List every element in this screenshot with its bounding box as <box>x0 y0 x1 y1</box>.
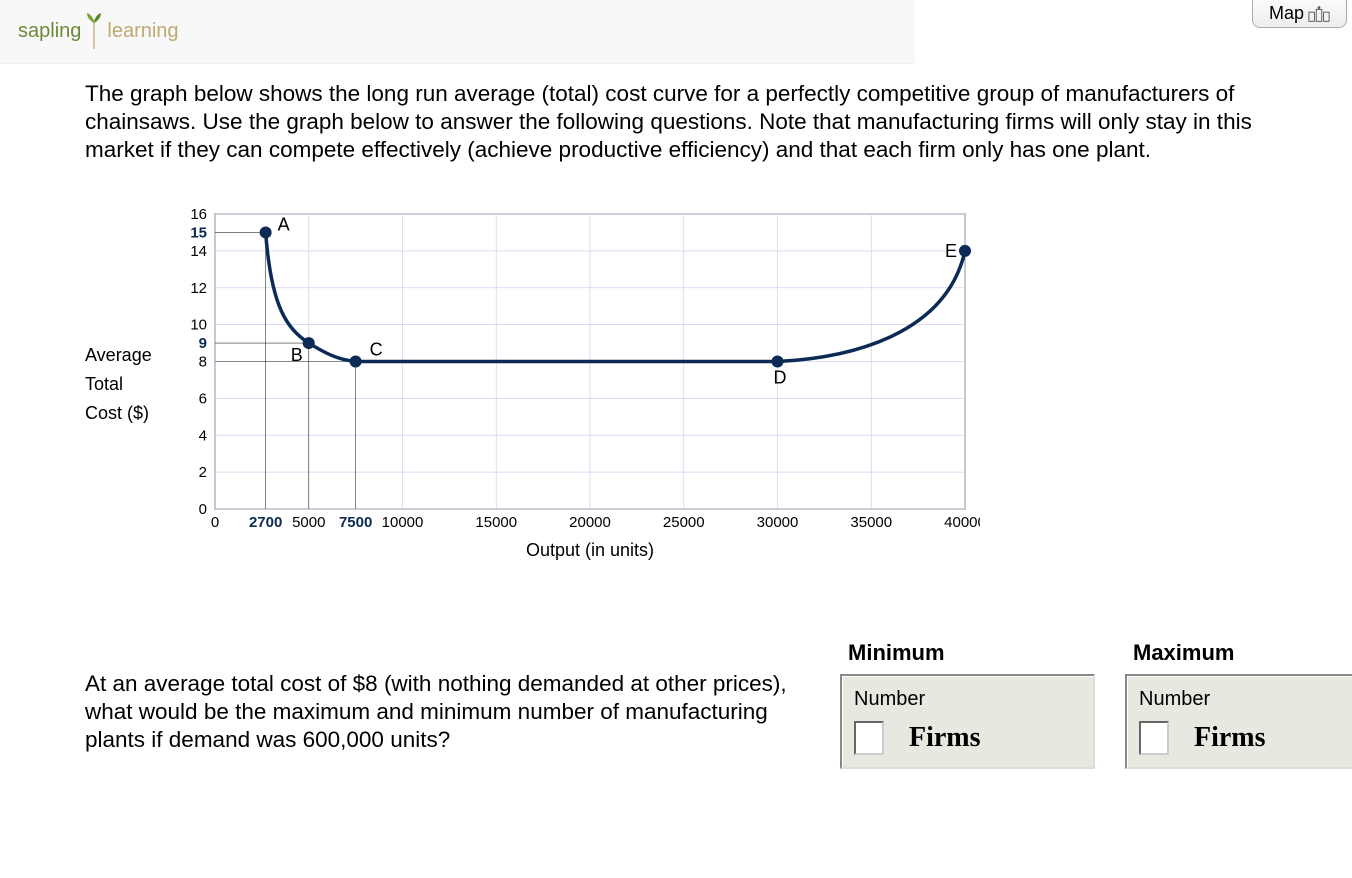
svg-text:C: C <box>370 340 383 360</box>
maximum-block: Maximum Number Firms <box>1125 640 1352 769</box>
brand-logo: sapling learning <box>18 9 179 55</box>
svg-text:6: 6 <box>199 391 207 408</box>
maximum-input[interactable] <box>1139 721 1169 755</box>
brand-right: learning <box>107 20 178 43</box>
brand-left: sapling <box>18 20 81 43</box>
svg-text:12: 12 <box>190 280 207 297</box>
minimum-header: Minimum <box>840 640 1095 666</box>
map-button[interactable]: Map <box>1252 0 1347 28</box>
svg-text:Output (in units): Output (in units) <box>526 540 654 560</box>
svg-text:4: 4 <box>199 428 207 445</box>
svg-text:5000: 5000 <box>292 514 325 531</box>
sprout-icon <box>83 9 105 55</box>
intro-text: The graph below shows the long run avera… <box>85 80 1285 164</box>
svg-text:B: B <box>291 345 303 365</box>
svg-text:2700: 2700 <box>249 514 282 531</box>
svg-text:9: 9 <box>199 335 207 352</box>
svg-text:15: 15 <box>190 225 207 242</box>
svg-text:D: D <box>774 368 787 388</box>
svg-text:16: 16 <box>190 206 207 223</box>
minimum-block: Minimum Number Firms <box>840 640 1095 769</box>
map-button-label: Map <box>1269 3 1304 24</box>
svg-text:8: 8 <box>199 354 207 371</box>
maximum-header: Maximum <box>1125 640 1352 666</box>
svg-text:10: 10 <box>190 317 207 334</box>
header-bar: sapling learning <box>0 0 915 64</box>
svg-text:A: A <box>278 215 290 235</box>
svg-text:25000: 25000 <box>663 514 705 531</box>
svg-text:40000: 40000 <box>944 514 980 531</box>
svg-text:14: 14 <box>190 243 207 260</box>
svg-text:2: 2 <box>199 465 207 482</box>
map-icon <box>1308 5 1330 23</box>
svg-text:0: 0 <box>211 514 219 531</box>
maximum-unit: Firms <box>1194 722 1266 754</box>
question-text: At an average total cost of $8 (with not… <box>85 640 810 754</box>
svg-text:15000: 15000 <box>475 514 517 531</box>
svg-text:35000: 35000 <box>850 514 892 531</box>
minimum-box: Number Firms <box>840 674 1095 769</box>
svg-text:E: E <box>945 241 957 261</box>
svg-text:7500: 7500 <box>339 514 372 531</box>
chart-container: Average Total Cost ($) 05000100001500020… <box>85 204 1285 564</box>
minimum-label: Number <box>854 688 1081 711</box>
minimum-input[interactable] <box>854 721 884 755</box>
minimum-unit: Firms <box>909 722 981 754</box>
svg-text:20000: 20000 <box>569 514 611 531</box>
maximum-box: Number Firms <box>1125 674 1352 769</box>
svg-text:10000: 10000 <box>382 514 424 531</box>
svg-text:0: 0 <box>199 501 207 518</box>
svg-text:30000: 30000 <box>757 514 799 531</box>
y-axis-label: Average Total Cost ($) <box>85 341 155 427</box>
maximum-label: Number <box>1139 688 1352 711</box>
lratc-chart: 0 5000 10000 15000 20000 25000 30000 35000 40000… <box>160 204 980 564</box>
